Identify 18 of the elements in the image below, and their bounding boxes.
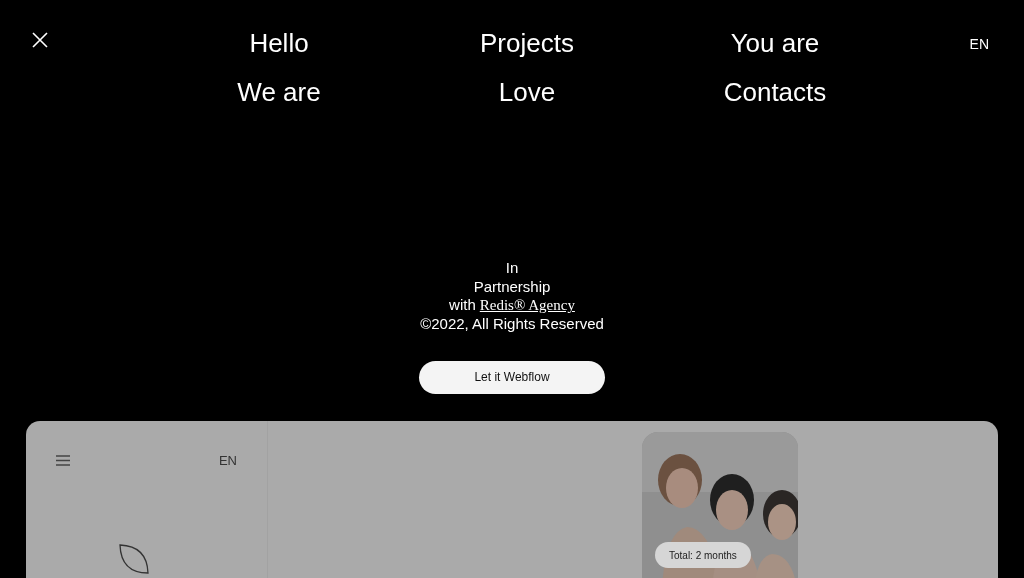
menu-icon[interactable] bbox=[56, 455, 70, 467]
credit-text: with bbox=[449, 296, 476, 315]
language-link[interactable]: EN bbox=[218, 451, 237, 471]
credit-text: In bbox=[505, 259, 519, 278]
menu-link[interactable]: Love bbox=[498, 79, 556, 106]
menu-link[interactable]: You are bbox=[730, 30, 820, 57]
copyright-text: ©2022, All Rights Reserved bbox=[420, 314, 604, 333]
webflow-button[interactable]: Let it Webflow bbox=[419, 361, 605, 394]
menu-link[interactable]: Contacts bbox=[723, 79, 827, 106]
credit-text: Partnership bbox=[473, 277, 551, 296]
language-link[interactable]: EN bbox=[969, 34, 989, 55]
close-icon[interactable] bbox=[32, 32, 48, 48]
duration-badge: Total: 2 months bbox=[655, 542, 751, 568]
menu-link[interactable]: Hello bbox=[249, 30, 309, 57]
agency-link[interactable]: Redis® Agency bbox=[479, 296, 575, 315]
menu-link[interactable]: We are bbox=[237, 79, 321, 106]
menu-link[interactable]: Projects bbox=[480, 30, 574, 57]
leaf-icon bbox=[119, 543, 149, 574]
